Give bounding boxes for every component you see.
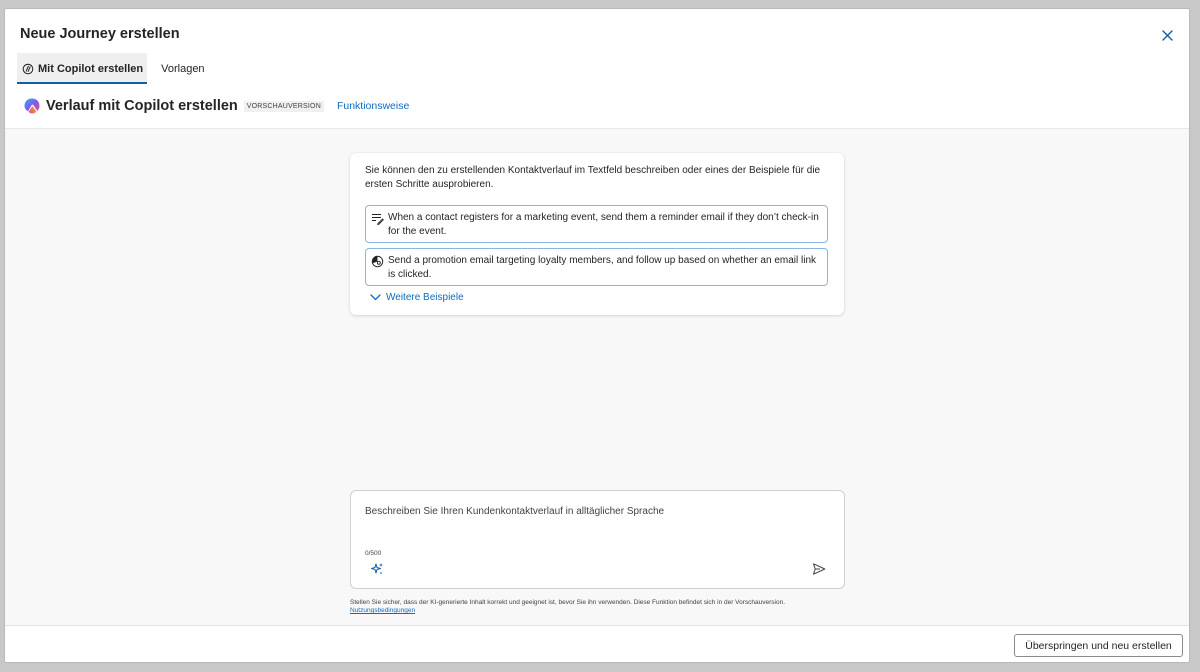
example-button-loyalty-promotion[interactable]: Send a promotion email targeting loyalty… bbox=[365, 248, 828, 286]
close-icon bbox=[1161, 29, 1173, 41]
copilot-title: Verlauf mit Copilot erstellen bbox=[46, 98, 238, 114]
tab-templates-label: Vorlagen bbox=[161, 62, 205, 75]
copilot-outline-icon bbox=[22, 63, 34, 75]
more-examples-button[interactable]: Weitere Beispiele bbox=[370, 292, 464, 303]
send-icon[interactable] bbox=[812, 562, 826, 576]
close-button[interactable] bbox=[1157, 25, 1177, 45]
char-count: 0/500 bbox=[365, 550, 382, 557]
tab-templates[interactable]: Vorlagen bbox=[156, 53, 209, 84]
sparkle-prompt-guide-icon[interactable] bbox=[370, 562, 384, 576]
copilot-header: Verlauf mit Copilot erstellen VORSCHAUVE… bbox=[23, 97, 409, 115]
chevron-down-icon bbox=[370, 294, 381, 301]
prompt-input[interactable]: Beschreiben Sie Ihren Kundenkontaktverla… bbox=[350, 490, 845, 589]
copilot-logo-icon bbox=[24, 98, 40, 114]
skip-and-create-button[interactable]: Überspringen und neu erstellen bbox=[1014, 634, 1183, 657]
example-text: Send a promotion email targeting loyalty… bbox=[388, 255, 817, 280]
create-journey-dialog: Neue Journey erstellen Mit Copilot erste… bbox=[4, 8, 1190, 663]
dialog-title: Neue Journey erstellen bbox=[20, 26, 180, 42]
example-button-event-reminder[interactable]: When a contact registers for a marketing… bbox=[365, 205, 828, 243]
text-edit-icon bbox=[372, 214, 384, 225]
prompt-placeholder: Beschreiben Sie Ihren Kundenkontaktverla… bbox=[365, 506, 665, 517]
example-text: When a contact registers for a marketing… bbox=[388, 212, 819, 237]
loyalty-icon bbox=[371, 255, 384, 268]
tab-list: Mit Copilot erstellen Vorlagen bbox=[17, 53, 210, 84]
copilot-content-area: Sie können den zu erstellenden Kontaktve… bbox=[5, 128, 1189, 626]
terms-link[interactable]: Nutzungsbedingungen bbox=[350, 607, 415, 614]
intro-text: Sie können den zu erstellenden Kontaktve… bbox=[365, 165, 821, 190]
ai-disclaimer: Stellen Sie sicher, dass der KI-generier… bbox=[350, 599, 786, 606]
tab-copilot-label: Mit Copilot erstellen bbox=[38, 62, 144, 75]
more-examples-label: Weitere Beispiele bbox=[386, 292, 464, 303]
preview-badge: VORSCHAUVERSION bbox=[243, 100, 324, 112]
tab-copilot[interactable]: Mit Copilot erstellen bbox=[17, 53, 148, 84]
how-it-works-link[interactable]: Funktionsweise bbox=[337, 100, 409, 112]
intro-card: Sie können den zu erstellenden Kontaktve… bbox=[350, 153, 844, 315]
